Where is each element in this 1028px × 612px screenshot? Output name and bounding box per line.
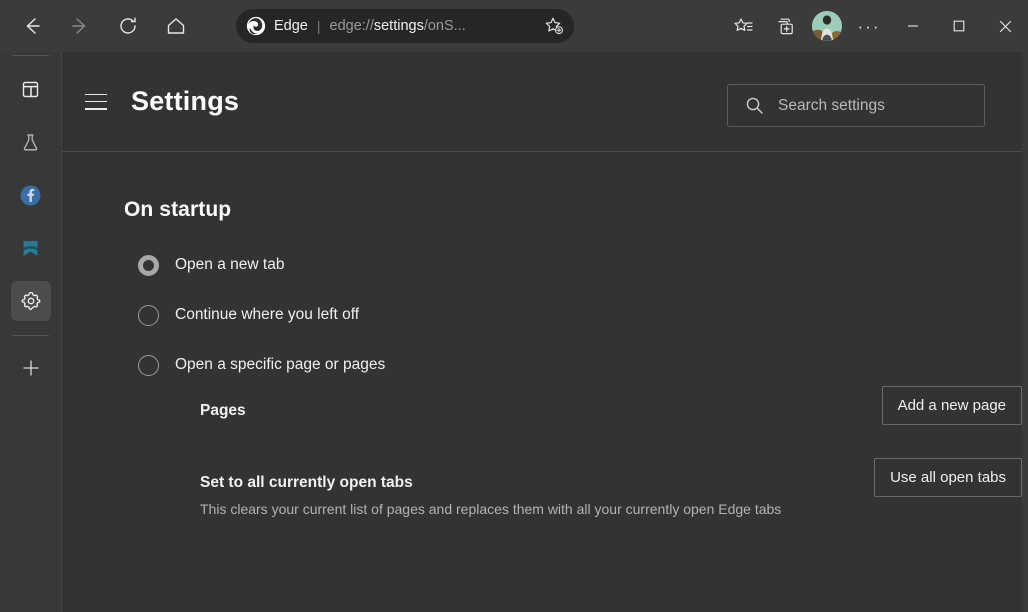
startup-radio-group: Open a new tab Continue where you left o…	[124, 252, 1022, 378]
back-arrow-icon[interactable]	[12, 6, 52, 46]
add-a-new-page-button[interactable]: Add a new page	[882, 386, 1022, 425]
radio-label: Open a specific page or pages	[175, 356, 385, 374]
url-suffix: /onS...	[424, 18, 466, 34]
edge-logo-icon	[246, 16, 266, 36]
hamburger-line	[85, 101, 107, 103]
omnibox-url[interactable]: edge://settings/onS...	[330, 18, 466, 34]
settings-page: Settings On startup Open a new tab Conti…	[61, 52, 1022, 612]
sidebar-divider	[12, 335, 49, 336]
browser-toolbar: Edge | edge://settings/onS...	[0, 0, 1028, 52]
settings-content: On startup Open a new tab Continue where…	[62, 152, 1022, 518]
radio-label: Open a new tab	[175, 256, 284, 274]
radio-label: Continue where you left off	[175, 306, 359, 324]
open-tabs-row: Set to all currently open tabs This clea…	[200, 474, 1022, 518]
open-tabs-row-description: This clears your current list of pages a…	[200, 501, 1022, 517]
sidebar-item-add[interactable]	[11, 348, 51, 388]
search-settings-box[interactable]	[727, 84, 985, 127]
search-icon	[745, 96, 764, 115]
sidebar-item-flask[interactable]	[11, 122, 51, 162]
use-all-open-tabs-button[interactable]: Use all open tabs	[874, 458, 1022, 497]
home-icon[interactable]	[156, 6, 196, 46]
pages-row: Pages Add a new page	[200, 402, 1022, 446]
sidebar-item-drop[interactable]	[11, 228, 51, 268]
radio-indicator[interactable]	[138, 355, 159, 376]
hamburger-line	[85, 94, 107, 96]
toolbar-right-group: ···	[722, 0, 1028, 52]
section-heading: On startup	[124, 198, 1022, 222]
hamburger-menu-icon[interactable]	[85, 94, 107, 110]
sidebar-item-panel[interactable]	[11, 69, 51, 109]
url-highlight: settings	[374, 18, 424, 34]
omnibox-separator: |	[317, 18, 321, 34]
url-prefix: edge://	[330, 18, 374, 34]
page-title: Settings	[131, 86, 239, 117]
minimize-button[interactable]	[890, 0, 936, 52]
collections-icon[interactable]	[766, 7, 804, 45]
address-bar[interactable]: Edge | edge://settings/onS...	[236, 9, 574, 43]
radio-option-continue[interactable]: Continue where you left off	[138, 302, 1022, 328]
edge-browser-window: Edge | edge://settings/onS...	[0, 0, 1028, 612]
radio-indicator[interactable]	[138, 255, 159, 276]
settings-header: Settings	[62, 52, 1022, 152]
radio-option-new-tab[interactable]: Open a new tab	[138, 252, 1022, 278]
refresh-icon[interactable]	[108, 6, 148, 46]
maximize-button[interactable]	[936, 0, 982, 52]
more-options-icon[interactable]: ···	[850, 7, 888, 45]
sidebar-top-divider	[12, 55, 49, 56]
forward-arrow-icon[interactable]	[60, 6, 100, 46]
window-right-edge	[1022, 0, 1028, 612]
ellipsis-glyph: ···	[858, 18, 881, 35]
radio-indicator[interactable]	[138, 305, 159, 326]
profile-avatar[interactable]	[812, 11, 842, 41]
star-add-icon[interactable]	[540, 12, 568, 40]
favorites-icon[interactable]	[724, 7, 762, 45]
edge-sidebar	[0, 52, 61, 612]
hamburger-line	[85, 108, 107, 110]
omnibox-brand-label: Edge	[274, 18, 308, 34]
sidebar-item-settings[interactable]	[11, 281, 51, 321]
radio-option-specific-pages[interactable]: Open a specific page or pages	[138, 352, 1022, 378]
startup-pages-block: Pages Add a new page Set to all currentl…	[200, 402, 1022, 518]
sidebar-item-facebook[interactable]	[11, 175, 51, 215]
search-settings-input[interactable]	[778, 97, 968, 115]
